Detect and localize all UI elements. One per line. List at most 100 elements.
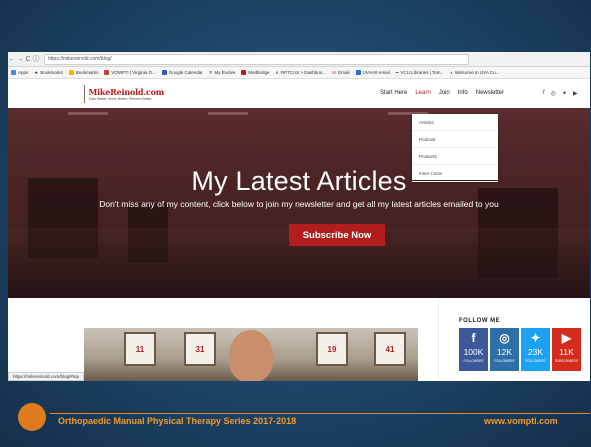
instagram-icon[interactable]: ◎	[551, 90, 556, 97]
youtube-icon[interactable]: ▶	[573, 90, 578, 97]
follow-tiles: f 100K FOLLOWERS ◎ 12K FOLLOWERS ✦ 23K F…	[459, 328, 581, 371]
nav-learn[interactable]: Learn	[415, 90, 430, 96]
footer-divider	[50, 413, 590, 414]
vompti-icon	[104, 70, 110, 75]
brand-tagline: Train Better. Move Better. Perform Bette…	[88, 97, 153, 101]
youtube-tile[interactable]: ▶ 11K SUBSCRIBERS	[552, 328, 581, 371]
bookmark-label: Welcome to UVA Co...	[455, 70, 500, 75]
menu-item-inner-circle[interactable]: Inner Circle	[412, 165, 498, 182]
bookmark-item[interactable]: UVAHS email	[355, 70, 390, 75]
logo-text: MikeReinold.com Train Better. Move Bette…	[88, 87, 164, 101]
content-area: 11 31 19 41 https://mikereinold.com/blog…	[8, 298, 590, 381]
hero-title: My Latest Articles	[191, 166, 407, 196]
follower-count: 12K	[496, 347, 513, 357]
follower-label: FOLLOWERS	[525, 359, 546, 363]
follower-label: FOLLOWERS	[463, 359, 484, 363]
bookmark-label: VOMPTI | Virginia O...	[111, 70, 156, 75]
bookmark-label: Apps	[18, 70, 29, 75]
nav-join[interactable]: Join	[439, 90, 450, 96]
facebook-icon: f	[471, 331, 476, 345]
hero-banner: My Latest Articles Don't miss any of my …	[8, 108, 590, 298]
bookmark-label: Google Calendar	[168, 70, 203, 75]
star-icon: ★	[34, 69, 39, 75]
outlook-icon	[355, 70, 361, 75]
uva-icon: ◐	[450, 70, 453, 75]
apps-icon	[11, 70, 16, 75]
twitter-icon: ✦	[530, 331, 541, 345]
reload-icon[interactable]: C	[24, 56, 32, 63]
follower-label: FOLLOWERS	[494, 359, 515, 363]
jersey: 41	[374, 332, 406, 366]
learn-dropdown-menu: Articles Podcast Products Inner Circle	[412, 114, 498, 182]
divider	[438, 298, 439, 381]
nav-info[interactable]: Info	[458, 90, 468, 96]
browser-toolbar: ← → C ⓘ https://mikereinold.com/blog/	[8, 52, 590, 67]
status-bar-url: https://mikereinold.com/blog/#top	[8, 372, 85, 381]
instagram-tile[interactable]: ◎ 12K FOLLOWERS	[490, 328, 519, 371]
forward-icon[interactable]: →	[16, 56, 24, 63]
youtube-icon: ▶	[561, 331, 572, 345]
bookmark-item[interactable]: Bookmarks	[68, 70, 99, 75]
jersey: 31	[184, 332, 216, 366]
rptcas-icon: ∧	[275, 69, 279, 75]
hero-subtitle: Don't miss any of my content, click belo…	[99, 199, 499, 209]
slide-footer-url: www.vompti.com	[484, 416, 558, 426]
subscriber-count: 11K	[559, 347, 574, 357]
bookmark-label: VCU Libraries | Tom...	[400, 70, 445, 75]
ceiling-light	[68, 112, 108, 115]
back-icon[interactable]: ←	[8, 56, 16, 63]
bookmark-item[interactable]: Google Calendar	[161, 70, 203, 75]
folder-icon	[68, 70, 74, 75]
evolve-icon: ✕	[208, 69, 213, 75]
twitter-icon[interactable]: ✦	[562, 90, 567, 97]
bookmark-label: Bookmarks	[40, 70, 63, 75]
bookmark-item[interactable]: ∧ RPTCAS > Dashboo...	[276, 70, 326, 76]
follower-count: 23K	[527, 347, 544, 357]
avatar	[84, 85, 86, 103]
bookmark-label: UVAHS email	[362, 70, 390, 75]
nav-start-here[interactable]: Start Here	[380, 90, 407, 96]
vcu-icon: ━	[395, 69, 399, 75]
bookmark-item[interactable]: Medbridge	[241, 70, 270, 75]
instagram-icon: ◎	[499, 331, 510, 345]
brand-name: MikeReinold.com	[88, 87, 164, 97]
bookmark-item[interactable]: M Gmail	[332, 70, 350, 75]
bookmark-apps[interactable]: Apps	[11, 70, 28, 75]
facebook-tile[interactable]: f 100K FOLLOWERS	[459, 328, 488, 371]
url-text: https://mikereinold.com/blog/	[48, 56, 112, 62]
site-header: MikeReinold.com Train Better. Move Bette…	[8, 79, 590, 110]
bookmarks-bar: Apps ★ Bookmarks Bookmarks VOMPTI | Virgi…	[8, 67, 590, 79]
main-nav: Start Here Learn Join Info Newsletter	[380, 90, 512, 96]
subscriber-label: SUBSCRIBERS	[555, 359, 578, 363]
bookmark-label: RPTCAS > Dashboo...	[280, 70, 326, 75]
gmail-icon: M	[332, 70, 336, 75]
menu-item-products[interactable]: Products	[412, 148, 498, 165]
bookmark-label: Gmail	[337, 70, 350, 75]
jersey: 11	[124, 332, 156, 366]
vompti-logo-icon	[18, 403, 46, 431]
bookmark-item[interactable]: ━ VCU Libraries | Tom...	[396, 70, 445, 76]
bookmark-item[interactable]: ★ Bookmarks	[34, 70, 63, 76]
bookmark-item[interactable]: ✕ My Evolve	[209, 70, 236, 76]
calendar-icon	[161, 70, 167, 75]
bookmark-item[interactable]: VOMPTI | Virginia O...	[104, 70, 156, 75]
menu-item-articles[interactable]: Articles	[412, 114, 498, 131]
bookmark-label: Bookmarks	[75, 70, 99, 75]
person-photo	[229, 330, 273, 381]
slide-footer-title: Orthopaedic Manual Physical Therapy Seri…	[58, 416, 297, 426]
address-bar[interactable]: https://mikereinold.com/blog/	[44, 53, 469, 65]
nav-newsletter[interactable]: Newsletter	[476, 90, 504, 96]
jersey: 19	[316, 332, 348, 366]
twitter-tile[interactable]: ✦ 23K FOLLOWERS	[521, 328, 550, 371]
social-links: f ◎ ✦ ▶	[543, 90, 578, 97]
info-icon[interactable]: ⓘ	[32, 54, 40, 64]
follow-title: FOLLOW ME	[459, 318, 501, 324]
facebook-icon[interactable]: f	[543, 90, 545, 97]
ceiling-light	[208, 112, 248, 115]
subscribe-button[interactable]: Subscribe Now	[289, 224, 385, 246]
menu-item-podcast[interactable]: Podcast	[412, 131, 498, 148]
bookmark-item[interactable]: ◐ Welcome to UVA Co...	[450, 70, 499, 75]
article-image[interactable]: 11 31 19 41	[84, 328, 418, 381]
site-logo[interactable]: MikeReinold.com Train Better. Move Bette…	[84, 84, 164, 104]
follower-count: 100K	[463, 347, 484, 357]
